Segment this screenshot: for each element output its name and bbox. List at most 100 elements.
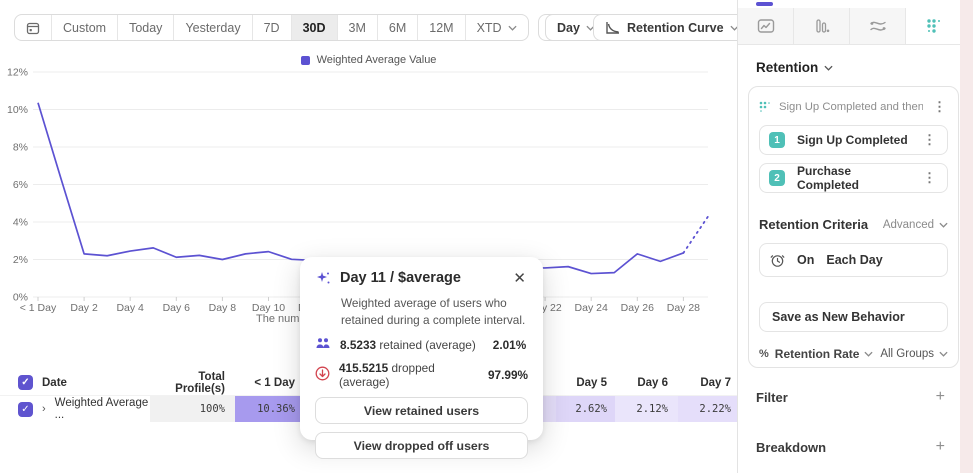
clock-icon — [770, 253, 785, 268]
col-day7: Day 7 — [678, 377, 737, 389]
retention-grid-icon — [926, 18, 942, 34]
retention-report: 0%2%4%6%8%10%12%< 1 DayDay 2Day 4Day 6Da… — [0, 0, 973, 473]
col-total-profiles: Total Profile(s) — [150, 371, 235, 395]
range-yesterday[interactable]: Yesterday — [173, 15, 251, 40]
cell-day5: 2.62% — [556, 396, 615, 422]
close-icon[interactable]: ✕ — [511, 270, 528, 287]
advanced-dropdown[interactable]: Advanced — [883, 219, 948, 231]
chart-type-dropdown[interactable]: Retention Curve — [593, 14, 751, 41]
y-tick-label: 8% — [13, 142, 28, 154]
y-tick-label: 10% — [7, 104, 28, 116]
dropped-arrow-icon — [315, 366, 330, 384]
tab-insights[interactable] — [738, 8, 794, 44]
range-xtd-dropdown[interactable]: XTD — [465, 15, 528, 40]
step-purchase-completed[interactable]: 2 Purchase Completed ⋮ — [759, 163, 948, 193]
row-checkbox[interactable]: ✓ — [18, 402, 33, 417]
view-retained-users-button[interactable]: View retained users — [315, 397, 528, 424]
col-lt1day: < 1 Day — [235, 377, 305, 389]
y-tick-label: 12% — [7, 67, 28, 79]
calendar-icon — [26, 21, 40, 35]
date-range-segmented-control: Custom Today Yesterday 7D 30D 3M 6M 12M … — [14, 14, 529, 41]
row-expander-icon[interactable]: › — [42, 403, 46, 415]
line-chart-icon — [757, 18, 775, 34]
behavior-title: Sign Up Completed and then Pur... — [779, 101, 923, 113]
filter-heading: Filter — [756, 390, 788, 405]
range-custom[interactable]: Custom — [51, 15, 117, 40]
range-12m[interactable]: 12M — [417, 15, 464, 40]
range-today[interactable]: Today — [117, 15, 173, 40]
view-dropped-users-button[interactable]: View dropped off users — [315, 432, 528, 459]
retention-interval-selector[interactable]: On Each Day — [759, 243, 948, 277]
retained-stat: 8.5233 retained (average) 2.01% — [315, 337, 528, 352]
tab-funnels[interactable] — [794, 8, 850, 44]
add-filter-button[interactable]: + — [936, 389, 945, 405]
behavior-retention-icon — [759, 101, 771, 113]
chevron-down-icon — [864, 351, 873, 357]
legend-label: Weighted Average Value — [317, 54, 437, 66]
tooltip-description: Weighted average of users who retained d… — [341, 295, 528, 328]
tooltip-title: Day 11 / $average — [340, 270, 503, 286]
range-30d[interactable]: 30D — [291, 15, 337, 40]
y-tick-label: 2% — [13, 254, 28, 266]
step-number-badge: 1 — [769, 132, 785, 148]
retention-curve-icon — [605, 21, 621, 35]
dropped-pct: 97.99% — [488, 368, 528, 382]
tab-retention[interactable] — [906, 8, 961, 44]
y-tick-label: 6% — [13, 179, 28, 191]
query-sidebar: Retention Sign Up Completed and then Pur… — [737, 0, 973, 473]
col-date: Date — [42, 377, 67, 389]
step-number-badge: 2 — [769, 170, 785, 186]
breakdown-heading: Breakdown — [756, 440, 826, 455]
kebab-menu-icon[interactable]: ⋮ — [921, 132, 938, 148]
all-groups-dropdown[interactable]: All Groups — [880, 348, 948, 360]
select-all-checkbox[interactable]: ✓ — [18, 375, 33, 390]
chevron-down-icon — [939, 351, 948, 357]
interval-value: Each Day — [826, 253, 882, 267]
range-7d[interactable]: 7D — [252, 15, 291, 40]
retained-pct: 2.01% — [493, 338, 526, 352]
percent-icon: % — [759, 348, 769, 360]
cell-day7: 2.22% — [678, 396, 737, 422]
retained-value: 8.5233 — [340, 338, 376, 352]
chart-legend[interactable]: Weighted Average Value — [0, 54, 737, 66]
sparkle-icon — [315, 270, 332, 292]
on-label: On — [797, 253, 814, 267]
dropped-value: 415.5215 — [339, 361, 388, 375]
retained-label: retained (average) — [379, 338, 475, 352]
step-sign-up-completed[interactable]: 1 Sign Up Completed ⋮ — [759, 125, 948, 155]
range-6m[interactable]: 6M — [377, 15, 417, 40]
col-day6: Day 6 — [615, 377, 678, 389]
col-day5: Day 5 — [556, 377, 615, 389]
retention-rate-dropdown[interactable]: Retention Rate — [775, 347, 874, 361]
date-range-toolbar: Custom Today Yesterday 7D 30D 3M 6M 12M … — [14, 14, 631, 41]
chevron-down-icon — [939, 222, 948, 228]
save-as-new-behavior-button[interactable]: Save as New Behavior — [759, 302, 948, 332]
projection-line — [683, 215, 708, 253]
behavior-card: Sign Up Completed and then Pur... ⋮ 1 Si… — [748, 86, 959, 368]
flows-icon — [869, 19, 887, 33]
series-line — [38, 103, 683, 274]
chart-tooltip: Day 11 / $average ✕ Weighted average of … — [300, 257, 543, 440]
chevron-down-icon — [508, 25, 517, 31]
behavior-header[interactable]: Sign Up Completed and then Pur... ⋮ — [759, 97, 948, 117]
legend-swatch — [301, 56, 310, 65]
row-label: Weighted Average ... — [55, 397, 150, 421]
dropped-stat: 415.5215 dropped (average) 97.99% — [315, 361, 528, 389]
drag-accent-bar — [756, 2, 773, 6]
calendar-button[interactable] — [15, 15, 51, 40]
report-type-tabs — [738, 8, 961, 45]
tab-flows[interactable] — [850, 8, 906, 44]
bar-chart-icon — [814, 18, 830, 34]
cell-day6: 2.12% — [615, 396, 678, 422]
chevron-down-icon — [824, 65, 833, 71]
retention-section-dropdown[interactable]: Retention — [756, 60, 833, 75]
side-rail — [960, 0, 973, 473]
y-tick-label: 4% — [13, 217, 28, 229]
kebab-menu-icon[interactable]: ⋮ — [931, 99, 948, 115]
kebab-menu-icon[interactable]: ⋮ — [921, 170, 938, 186]
range-3m[interactable]: 3M — [337, 15, 377, 40]
add-breakdown-button[interactable]: + — [936, 439, 945, 455]
users-icon — [315, 337, 331, 352]
cell-lt1day: 10.36% — [235, 396, 305, 422]
retention-criteria-heading: Retention Criteria — [759, 217, 883, 232]
